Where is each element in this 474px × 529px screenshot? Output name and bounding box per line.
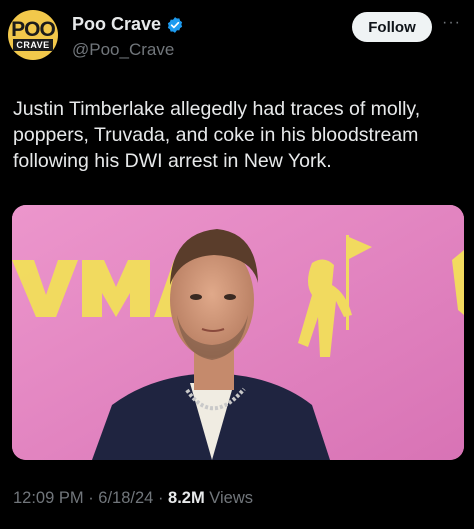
photo-illustration — [12, 205, 464, 460]
verified-badge-icon — [167, 16, 183, 33]
tweet-text: Justin Timberlake allegedly had traces o… — [13, 98, 421, 172]
views-label: Views — [204, 489, 254, 507]
more-icon[interactable]: ··· — [442, 14, 461, 32]
meta-separator: · — [153, 489, 169, 507]
tweet-meta: 12:09 PM · 6/18/24 · 8.2M Views — [13, 489, 253, 508]
tweet-time[interactable]: 12:09 PM — [13, 489, 84, 507]
views-count: 8.2M — [168, 489, 205, 507]
follow-button[interactable]: Follow — [352, 12, 432, 42]
avatar[interactable]: POO CRAVE — [8, 10, 58, 60]
author-name[interactable]: Poo Crave — [72, 14, 161, 35]
avatar-text-poo: POO — [11, 17, 56, 41]
author-name-row: Poo Crave — [72, 14, 184, 35]
author-handle[interactable]: @Poo_Crave — [72, 40, 174, 60]
meta-separator: · — [83, 489, 99, 507]
avatar-text-crave: CRAVE — [13, 38, 53, 51]
tweet-date[interactable]: 6/18/24 — [98, 489, 153, 507]
tweet-photo[interactable] — [12, 205, 464, 460]
